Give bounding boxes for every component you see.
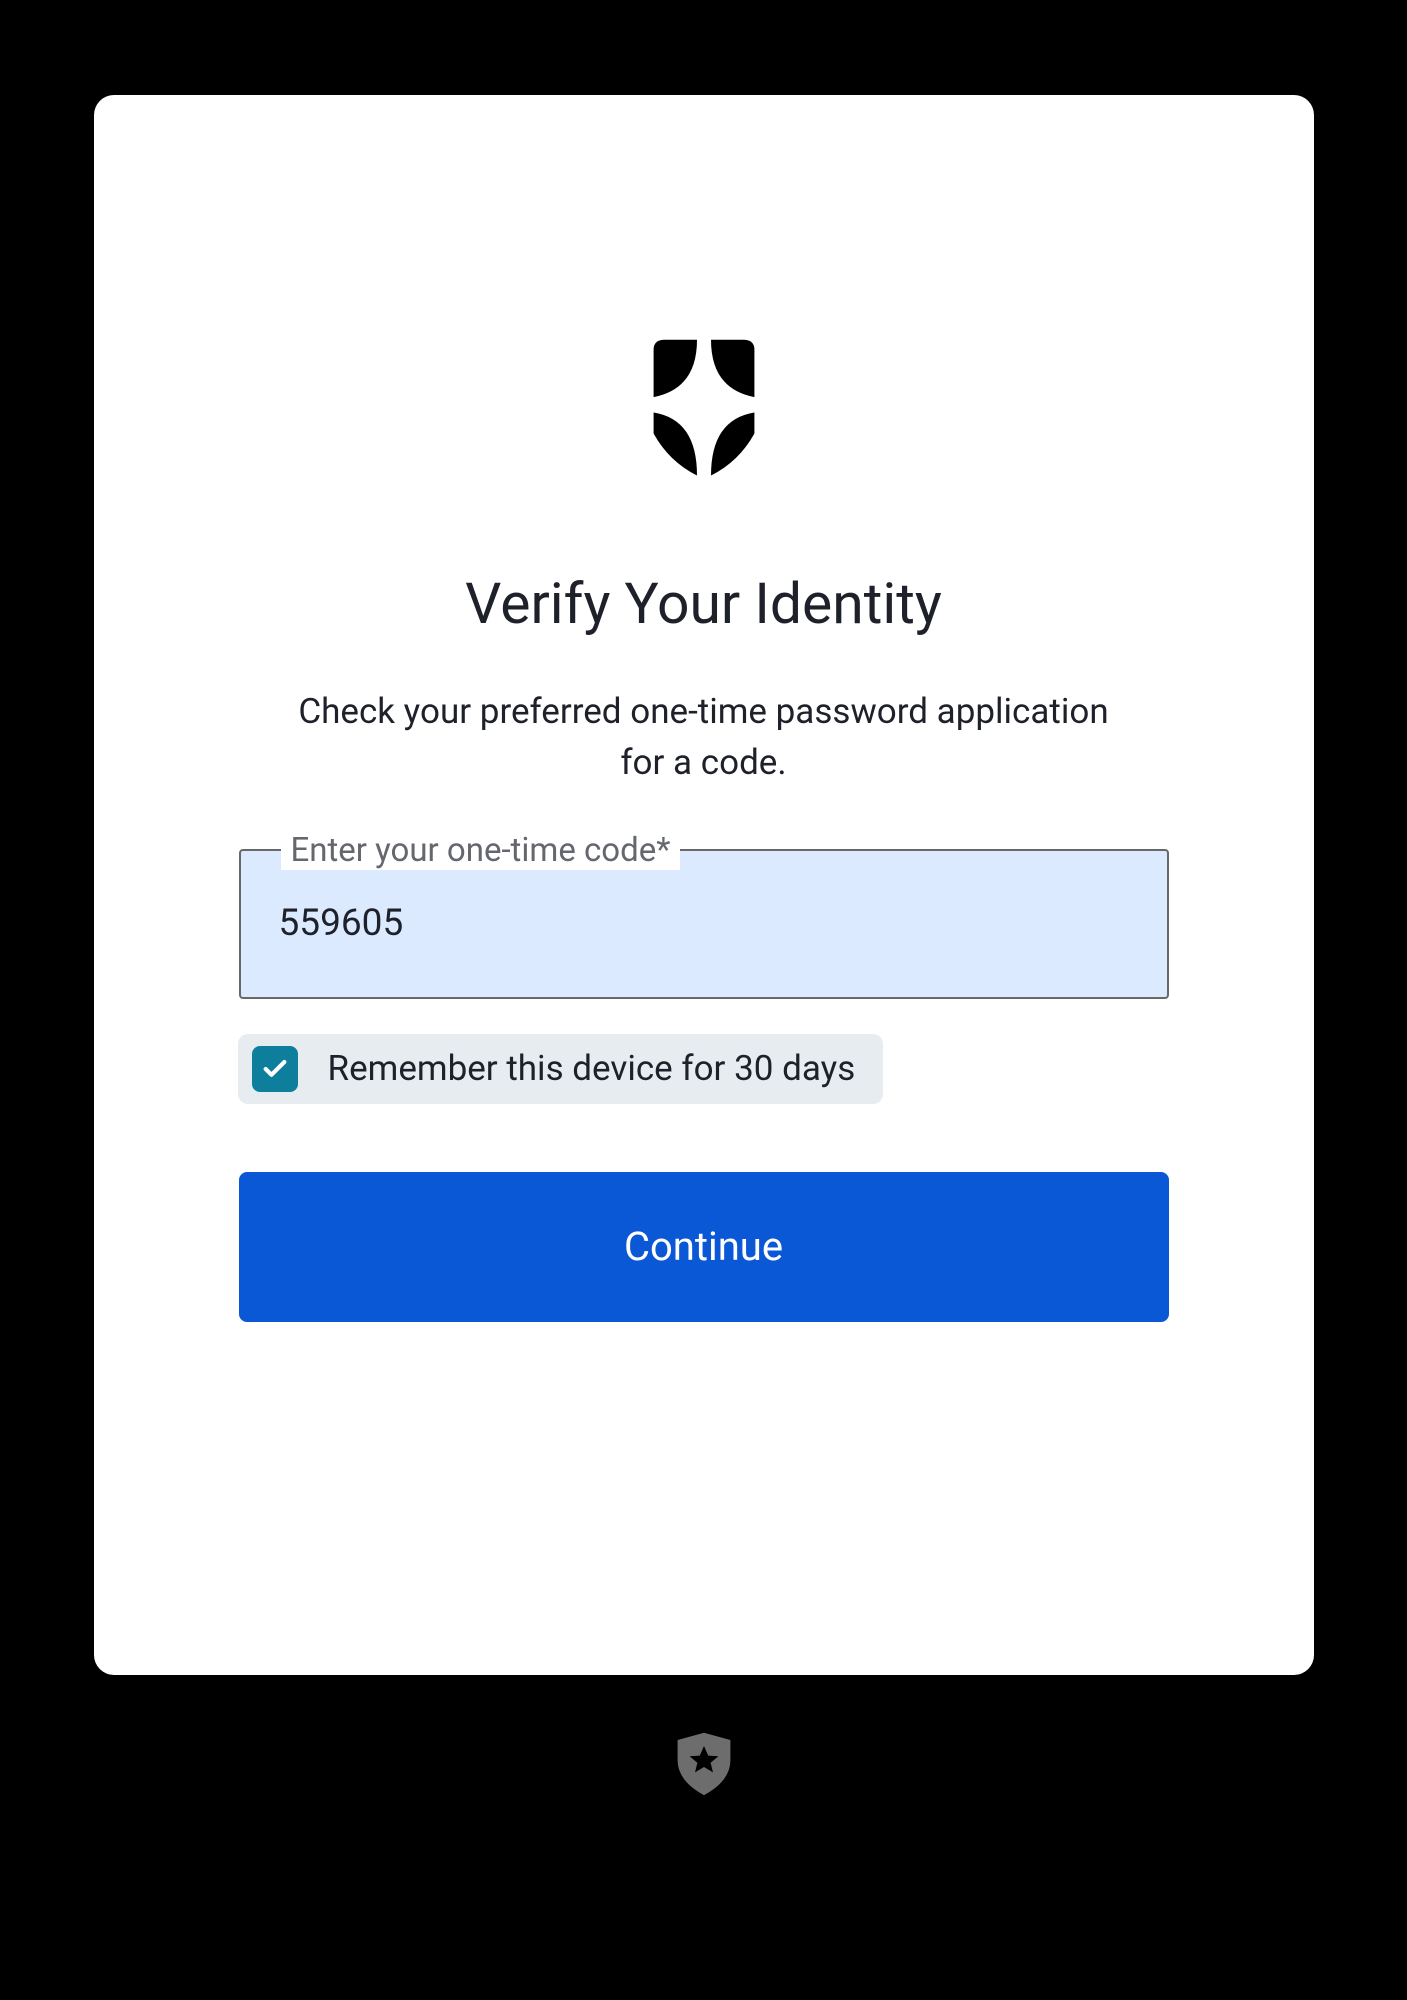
continue-button[interactable]: Continue	[239, 1172, 1169, 1322]
instruction-text: Check your preferred one-time password a…	[294, 687, 1114, 789]
auth0-badge-icon	[674, 1730, 734, 1798]
remember-device-checkbox[interactable]	[252, 1046, 298, 1092]
remember-device-row[interactable]: Remember this device for 30 days	[238, 1034, 884, 1104]
otp-input[interactable]	[239, 849, 1169, 999]
otp-field-wrapper: Enter your one-time code*	[239, 849, 1169, 999]
otp-label: Enter your one-time code*	[281, 831, 681, 870]
verify-identity-card: Verify Your Identity Check your preferre…	[94, 95, 1314, 1675]
remember-device-label: Remember this device for 30 days	[328, 1048, 856, 1089]
page-title: Verify Your Identity	[465, 570, 942, 637]
check-icon	[261, 1055, 289, 1083]
shield-icon	[634, 335, 774, 490]
